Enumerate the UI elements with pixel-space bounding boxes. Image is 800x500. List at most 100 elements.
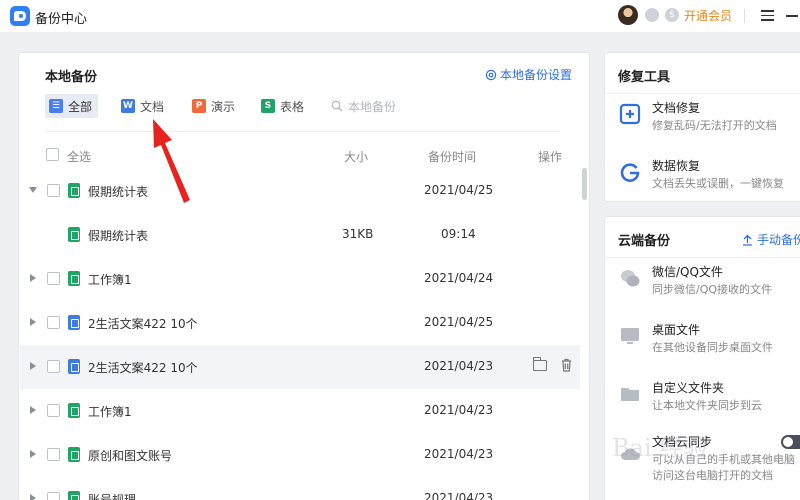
- coin-icon[interactable]: $: [665, 8, 679, 22]
- word-doc-icon: W: [121, 99, 135, 113]
- cloud-backup-title: 云端备份: [618, 234, 671, 249]
- panel-divider: [605, 257, 800, 258]
- file-name: 2生活文案422 10个: [88, 361, 198, 375]
- table-row[interactable]: 账号规理 2021/04/23: [20, 477, 580, 500]
- manual-backup-button[interactable]: 手动备份: [742, 231, 800, 248]
- item-name: 自定义文件夹: [652, 381, 725, 395]
- item-desc: 文档丢失或误删，一键恢复: [652, 177, 784, 190]
- table-row[interactable]: 工作簿1 2021/04/23: [20, 389, 580, 433]
- expand-caret-icon[interactable]: [30, 362, 36, 370]
- row-checkbox[interactable]: [47, 272, 60, 285]
- table-row[interactable]: 2生活文案422 10个 2021/04/25: [20, 301, 580, 345]
- expand-caret-icon[interactable]: [30, 274, 36, 282]
- settings-label: 本地备份设置: [500, 68, 573, 82]
- file-name: 账号规理: [88, 493, 137, 500]
- app-title: 备份中心: [35, 12, 88, 27]
- column-size: 大小: [344, 150, 369, 164]
- select-all-label[interactable]: 全选: [67, 148, 91, 165]
- document-repair-icon: [619, 103, 641, 125]
- document-repair-item[interactable]: 文档修复 修复乱码/无法打开的文档: [605, 95, 800, 143]
- data-recovery-item[interactable]: 数据恢复 文档丢失或误删，一键恢复: [605, 153, 800, 201]
- tab-label: 表格: [280, 99, 305, 114]
- cloud-sync-icon: [621, 448, 640, 460]
- panel-divider: [605, 93, 800, 94]
- row-checkbox[interactable]: [47, 360, 60, 373]
- tab-label: 演示: [211, 99, 236, 114]
- cloud-backup-panel: 云端备份 手动备份 微信/QQ文件 同步微信/QQ接收的文件 桌面文件 在其他设…: [604, 216, 800, 500]
- panel-title: 本地备份: [45, 70, 98, 85]
- wechat-qq-files-item[interactable]: 微信/QQ文件 同步微信/QQ接收的文件: [605, 259, 800, 307]
- table-row-child[interactable]: 假期统计表 31KB 09:14: [20, 213, 580, 257]
- word-file-icon: [68, 315, 80, 330]
- user-avatar[interactable]: [618, 5, 638, 25]
- tab-all[interactable]: ☰ 全部: [45, 94, 99, 118]
- item-name: 数据恢复: [652, 159, 701, 173]
- item-name: 桌面文件: [652, 323, 701, 337]
- backup-time: 2021/04/25: [424, 315, 494, 329]
- spreadsheet-file-icon: [68, 227, 80, 242]
- local-backup-settings-link[interactable]: 本地备份设置: [485, 66, 572, 83]
- backup-time: 2021/04/24: [424, 271, 494, 285]
- manual-backup-label: 手动备份: [757, 233, 800, 247]
- expand-caret-icon[interactable]: [30, 406, 36, 414]
- spreadsheet-file-icon: [68, 271, 80, 286]
- cloud-sync-toggle[interactable]: [781, 435, 800, 449]
- title-bar-divider: [744, 9, 745, 23]
- app-logo-icon: [10, 6, 30, 26]
- row-checkbox[interactable]: [47, 492, 60, 500]
- scrollbar-thumb[interactable]: [582, 168, 587, 200]
- table-row[interactable]: 2生活文案422 10个 2021/04/23: [20, 345, 580, 389]
- search-icon: [331, 100, 343, 112]
- row-checkbox[interactable]: [47, 404, 60, 417]
- desktop-files-item[interactable]: 桌面文件 在其他设备同步桌面文件: [605, 317, 800, 365]
- minimize-button[interactable]: [786, 15, 798, 17]
- row-checkbox[interactable]: [47, 184, 60, 197]
- expand-caret-icon[interactable]: [30, 450, 36, 458]
- backup-time: 2021/04/23: [424, 359, 494, 373]
- file-name: 2生活文案422 10个: [88, 317, 198, 331]
- spreadsheet-file-icon: [68, 491, 80, 500]
- file-name: 假期统计表: [88, 229, 149, 243]
- folder-icon: [621, 388, 639, 401]
- collapse-caret-icon[interactable]: [29, 187, 37, 193]
- item-desc-line2: 访问这台电脑打开的文档: [652, 469, 773, 482]
- file-size: 31KB: [342, 227, 374, 241]
- file-name: 工作簿1: [88, 273, 132, 287]
- item-name: 微信/QQ文件: [652, 265, 723, 279]
- select-all-checkbox[interactable]: [46, 148, 59, 161]
- item-desc: 可以从自己的手机或其他电脑: [652, 453, 795, 466]
- expand-caret-icon[interactable]: [30, 318, 36, 326]
- data-recovery-icon: [620, 163, 640, 182]
- spreadsheet-file-icon: [68, 183, 80, 198]
- table-row[interactable]: 假期统计表 2021/04/25: [20, 169, 580, 213]
- row-checkbox[interactable]: [47, 316, 60, 329]
- backup-time: 2021/04/25: [424, 183, 494, 197]
- coin-symbol: $: [669, 10, 675, 20]
- open-vip-link[interactable]: 开通会员: [684, 7, 732, 24]
- menu-icon[interactable]: [761, 10, 774, 21]
- tab-spreadsheets[interactable]: S 表格: [257, 94, 310, 118]
- open-folder-icon[interactable]: [533, 357, 547, 371]
- search-input[interactable]: 本地备份: [331, 94, 396, 118]
- item-desc: 在其他设备同步桌面文件: [652, 341, 773, 354]
- backup-time: 2021/04/23: [424, 491, 494, 500]
- word-file-icon: [68, 359, 80, 374]
- title-bar: 备份中心 $ 开通会员: [0, 0, 800, 32]
- tab-presentations[interactable]: P 演示: [188, 94, 241, 118]
- table-row[interactable]: 原创和图文账号 2021/04/23: [20, 433, 580, 477]
- backup-time: 2021/04/23: [424, 447, 494, 461]
- tab-documents[interactable]: W 文档: [117, 94, 170, 118]
- custom-folder-item[interactable]: 自定义文件夹 让本地文件夹同步到云: [605, 375, 800, 423]
- item-desc: 同步微信/QQ接收的文件: [652, 283, 773, 296]
- row-checkbox[interactable]: [47, 448, 60, 461]
- tab-label: 文档: [140, 99, 165, 114]
- item-desc: 修复乱码/无法打开的文档: [652, 119, 777, 132]
- spreadsheet-file-icon: [68, 447, 80, 462]
- spreadsheet-icon: S: [261, 99, 275, 113]
- table-row[interactable]: 工作簿1 2021/04/24: [20, 257, 580, 301]
- delete-icon[interactable]: [561, 358, 572, 372]
- expand-caret-icon[interactable]: [30, 494, 36, 500]
- vip-badge-icon[interactable]: [645, 8, 659, 22]
- backup-time: 2021/04/23: [424, 403, 494, 417]
- item-desc: 让本地文件夹同步到云: [652, 399, 762, 412]
